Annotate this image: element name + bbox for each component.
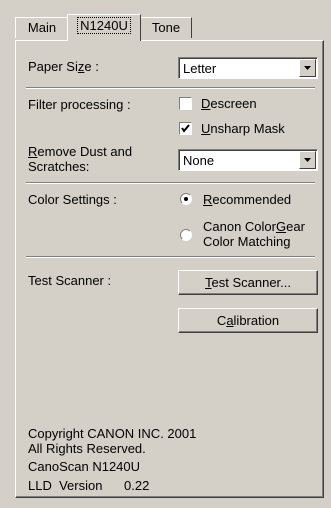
copyright-text: Copyright CANON INC. 2001 [28,426,197,441]
tab-main-label: Main [27,20,57,35]
remove-dust-value: None [183,153,215,168]
test-scanner-button[interactable]: Test Scanner... [178,270,318,295]
tab-n1240u[interactable]: N1240U [67,14,141,41]
paper-size-value: Letter [183,61,217,76]
tab-tone-label: Tone [151,20,181,35]
model-text: CanoScan N1240U [28,459,141,474]
test-scanner-label: Test Scanner : [28,273,112,288]
remove-dust-dropdown-button[interactable] [299,151,316,169]
recommended-radio[interactable] [180,193,192,205]
separator [26,87,315,89]
settings-panel: Paper Size : Letter Filter processing : … [15,40,324,498]
checkmark-icon [181,124,190,133]
unsharp-mask-checkbox[interactable] [179,122,192,135]
colorgear-label[interactable]: Canon ColorGear Color Matching [203,219,305,249]
rights-text: All Rights Reserved. [28,441,146,456]
remove-dust-select[interactable]: None [178,149,318,171]
remove-dust-label: Remove Dust and Scratches: [28,144,133,174]
tab-tone[interactable]: Tone [140,17,192,38]
recommended-label[interactable]: Recommended [203,192,291,207]
color-settings-label: Color Settings : [28,192,117,207]
separator [26,182,315,184]
tab-main[interactable]: Main [15,17,69,38]
colorgear-radio[interactable] [180,229,192,241]
descreen-label[interactable]: Descreen [201,96,257,111]
tab-n1240u-label: N1240U [77,17,131,34]
radio-selected-dot [184,197,188,201]
filter-processing-label: Filter processing : [28,97,131,112]
lld-version-label: LLD Version [28,478,103,493]
calibration-button[interactable]: Calibration [178,308,318,333]
paper-size-label: Paper Size : [28,59,99,74]
chevron-down-icon [304,66,311,70]
paper-size-dropdown-button[interactable] [299,59,316,77]
unsharp-mask-label[interactable]: Unsharp Mask [201,121,285,136]
paper-size-select[interactable]: Letter [178,57,318,79]
separator [26,256,315,258]
chevron-down-icon [304,158,311,162]
lld-version-value: 0.22 [124,478,150,493]
descreen-checkbox[interactable] [179,97,192,110]
